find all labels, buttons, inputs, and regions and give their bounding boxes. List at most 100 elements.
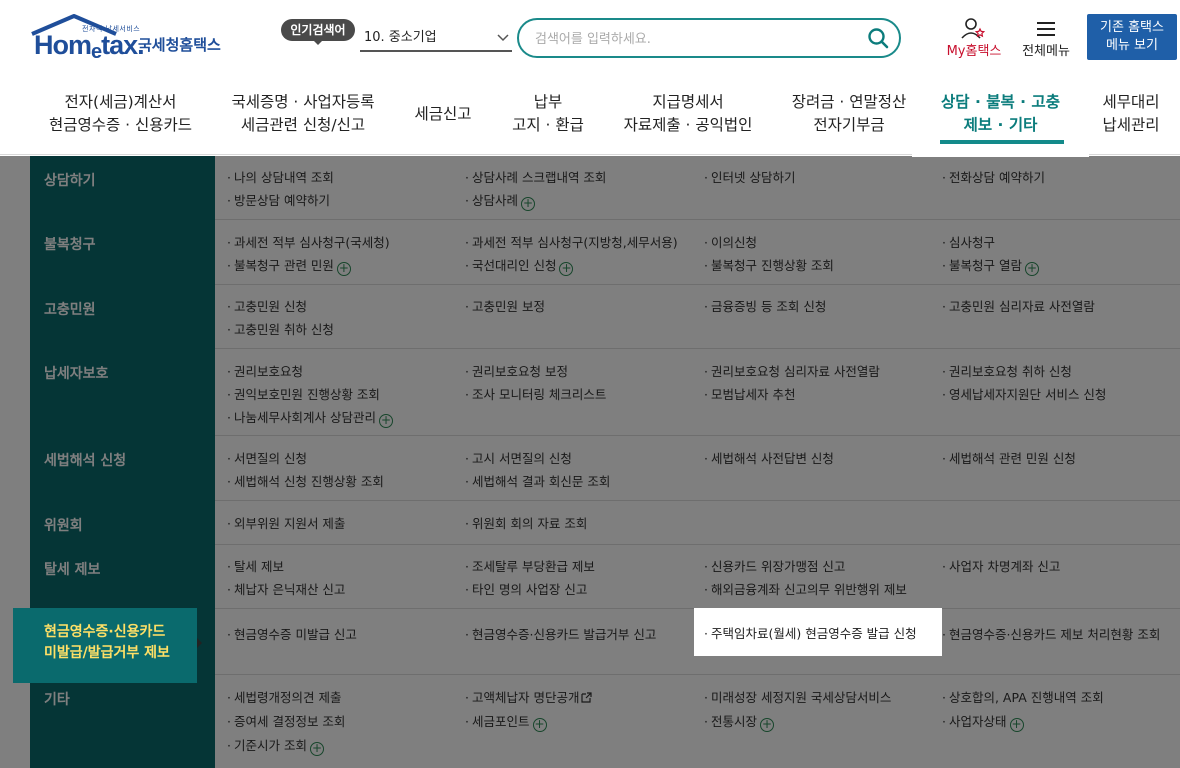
menu-link-with-plus[interactable]: 불복청구 관련 민원+	[227, 255, 351, 276]
menu-link[interactable]: 조사 모니터링 체크리스트	[465, 384, 606, 403]
category-appeal[interactable]: 불복청구	[30, 220, 215, 256]
menu-link[interactable]: 권리보호요청 심리자료 사전열람	[704, 361, 880, 380]
plus-circle-icon[interactable]: +	[1009, 718, 1024, 732]
menu-link[interactable]: 고시 서면질의 신청	[465, 448, 572, 467]
menu-link[interactable]: 이의신청	[704, 232, 757, 251]
nav-label-line1: 세무대리	[1102, 93, 1160, 111]
menu-link[interactable]: 방문상담 예약하기	[227, 190, 330, 209]
menu-link-with-plus[interactable]: 국선대리인 신청+	[465, 255, 574, 276]
menu-link[interactable]: 인터넷 상담하기	[704, 167, 795, 186]
menu-link-with-plus[interactable]: 불복청구 열람+	[942, 255, 1039, 276]
nav-active-label: 상담 · 불복 · 고충 제보 · 기타	[912, 91, 1089, 137]
plus-circle-icon[interactable]: +	[1024, 262, 1039, 276]
menu-link[interactable]: 권익보호민원 진행상황 조회	[227, 384, 380, 403]
menu-link[interactable]: 신용카드 위장가맹점 신고	[704, 556, 845, 575]
menu-row-tax-evasion-report: 탈세 제보 탈세 제보 체납자 은닉재산 신고 조세탈루 부당환급 제보 타인 …	[30, 545, 1180, 609]
menu-link[interactable]: 세법해석 사전답변 신청	[704, 448, 834, 467]
category-consultation[interactable]: 상담하기	[30, 156, 215, 192]
old-hometax-line1: 기존 홈택스	[1100, 20, 1164, 35]
category-taxpayer-protection[interactable]: 납세자보호	[30, 349, 215, 385]
menu-link-label: 고액체납자 명단공개	[471, 690, 580, 705]
category-grievance[interactable]: 고충민원	[30, 285, 215, 321]
category-cash-receipt-report[interactable]: 현금영수증·신용카드 미발급/발급거부 제보	[13, 608, 202, 683]
nav-label-line1: 납부	[533, 93, 563, 111]
plus-circle-icon[interactable]: +	[532, 718, 547, 732]
category-tax-evasion-report[interactable]: 탈세 제보	[30, 545, 215, 581]
menu-link[interactable]: 탈세 제보	[227, 556, 284, 575]
menu-link[interactable]: 권리보호요청 보정	[465, 361, 568, 380]
logo-korean-name: 국세청홈택스	[138, 36, 221, 54]
menu-link[interactable]: 고충민원 신청	[227, 296, 307, 315]
menu-link-with-plus[interactable]: 사업자상태+	[942, 711, 1024, 732]
menu-link[interactable]: 상호합의, APA 진행내역 조회	[942, 687, 1104, 706]
menu-link[interactable]: 해외금융계좌 신고의무 위반행위 제보	[704, 579, 907, 598]
nav-payment[interactable]: 납부 고지 · 환급	[505, 91, 591, 137]
menu-link[interactable]: 사업자 차명계좌 신고	[942, 556, 1060, 575]
menu-link[interactable]: 과세전 적부 심사청구(지방청,세무서용)	[465, 232, 678, 251]
nav-incentive[interactable]: 장려금 · 연말정산 전자기부금	[786, 91, 912, 137]
menu-link[interactable]: 조세탈루 부당환급 제보	[465, 556, 595, 575]
menu-link-with-plus[interactable]: 전통시장+	[704, 711, 774, 732]
category-tax-interpretation[interactable]: 세법해석 신청	[30, 436, 215, 472]
nav-label-line2: 세금관련 신청/신고	[240, 116, 366, 134]
menu-link[interactable]: 증여세 결정정보 조회	[227, 711, 345, 730]
plus-circle-icon[interactable]: +	[336, 262, 351, 276]
category-committee[interactable]: 위원회	[30, 501, 215, 537]
menu-link-external[interactable]: 고액체납자 명단공개	[465, 687, 593, 706]
menu-link[interactable]: 현금영수증 미발급 신고	[227, 624, 357, 643]
menu-link[interactable]: 모범납세자 추천	[704, 384, 795, 403]
popular-keyword-select[interactable]: 10. 중소기업	[360, 26, 512, 52]
menu-link-with-plus[interactable]: 세금포인트+	[465, 711, 547, 732]
menu-link-with-plus[interactable]: 나눔세무사회계사 상담관리+	[227, 407, 393, 428]
menu-link[interactable]: 불복청구 진행상황 조회	[704, 255, 834, 274]
nav-label-line2: 전자기부금	[813, 116, 885, 134]
menu-link[interactable]: 세법해석 결과 회신문 조회	[465, 471, 610, 490]
plus-circle-icon[interactable]: +	[309, 742, 324, 756]
menu-link[interactable]: 영세납세자지원단 서비스 신청	[942, 384, 1106, 403]
old-hometax-menu-button[interactable]: 기존 홈택스 메뉴 보기	[1087, 14, 1177, 60]
menu-link[interactable]: 서면질의 신청	[227, 448, 307, 467]
menu-link[interactable]: 나의 상담내역 조회	[227, 167, 334, 186]
menu-link[interactable]: 외부위원 지원서 제출	[227, 513, 345, 532]
menu-link[interactable]: 금융증빙 등 조회 신청	[704, 296, 826, 315]
menu-link[interactable]: 체납자 은닉재산 신고	[227, 579, 345, 598]
menu-link-with-plus[interactable]: 기준시가 조회+	[227, 735, 324, 756]
menu-link[interactable]: 세법해석 신청 진행상황 조회	[227, 471, 384, 490]
plus-circle-icon[interactable]: +	[378, 414, 393, 428]
all-menu-button[interactable]: 전체메뉴	[1016, 18, 1076, 62]
menu-link[interactable]: 위원회 회의 자료 조회	[465, 513, 587, 532]
menu-row-committee: 위원회 외부위원 지원서 제출 위원회 회의 자료 조회	[30, 501, 1180, 545]
nav-certificate[interactable]: 국세증명 · 사업자등록 세금관련 신청/신고	[228, 91, 378, 137]
menu-link[interactable]: 고충민원 보정	[465, 296, 545, 315]
menu-link[interactable]: 권리보호요청	[227, 361, 303, 380]
nav-label-line2: 자료제출 · 공익법인	[623, 116, 753, 134]
search-icon[interactable]	[867, 27, 889, 49]
hometax-logo[interactable]: 전자적 납세서비스 Hometax. 국세청홈택스	[30, 14, 230, 63]
menu-link-rent-cash-receipt[interactable]: 주택임차료(월세) 현금영수증 발급 신청	[694, 608, 942, 656]
search-input[interactable]	[535, 28, 855, 50]
menu-link[interactable]: 현금영수증·신용카드 제보 처리현황 조회	[942, 624, 1160, 643]
nav-tax-return[interactable]: 세금신고	[410, 103, 476, 126]
menu-link[interactable]: 세법령개정의견 제출	[227, 687, 341, 706]
menu-link[interactable]: 타인 명의 사업장 신고	[465, 579, 587, 598]
nav-payment-statement[interactable]: 지급명세서 자료제출 · 공익법인	[620, 91, 756, 137]
menu-link[interactable]: 세법해석 관련 민원 신청	[942, 448, 1076, 467]
nav-tax-agent[interactable]: 세무대리 납세관리	[1096, 91, 1166, 137]
plus-circle-icon[interactable]: +	[760, 718, 774, 732]
menu-link[interactable]: 미래성장 세정지원 국세상담서비스	[704, 687, 891, 706]
menu-row-appeal: 불복청구 과세전 적부 심사청구(국세청) 불복청구 관련 민원+ 과세전 적부…	[30, 220, 1180, 285]
menu-link-with-plus[interactable]: 상담사례+	[465, 190, 535, 211]
menu-link[interactable]: 권리보호요청 취하 신청	[942, 361, 1072, 380]
menu-link[interactable]: 심사청구	[942, 232, 995, 251]
plus-circle-icon[interactable]: +	[559, 262, 574, 276]
menu-link[interactable]: 고충민원 심리자료 사전열람	[942, 296, 1095, 315]
menu-link[interactable]: 전화상담 예약하기	[942, 167, 1045, 186]
menu-link[interactable]: 현금영수증·신용카드 발급거부 신고	[465, 624, 656, 643]
menu-link[interactable]: 과세전 적부 심사청구(국세청)	[227, 232, 390, 251]
nav-e-invoice[interactable]: 전자(세금)계산서 현금영수증 · 신용카드	[48, 91, 193, 137]
menu-link[interactable]: 상담사례 스크랩내역 조회	[465, 167, 606, 186]
menu-link[interactable]: 고충민원 취하 신청	[227, 319, 334, 338]
plus-circle-icon[interactable]: +	[521, 197, 535, 211]
nav-consultation-appeal[interactable]: 상담 · 불복 · 고충 제보 · 기타	[912, 75, 1089, 157]
my-hometax-button[interactable]: My홈택스	[942, 18, 1006, 62]
